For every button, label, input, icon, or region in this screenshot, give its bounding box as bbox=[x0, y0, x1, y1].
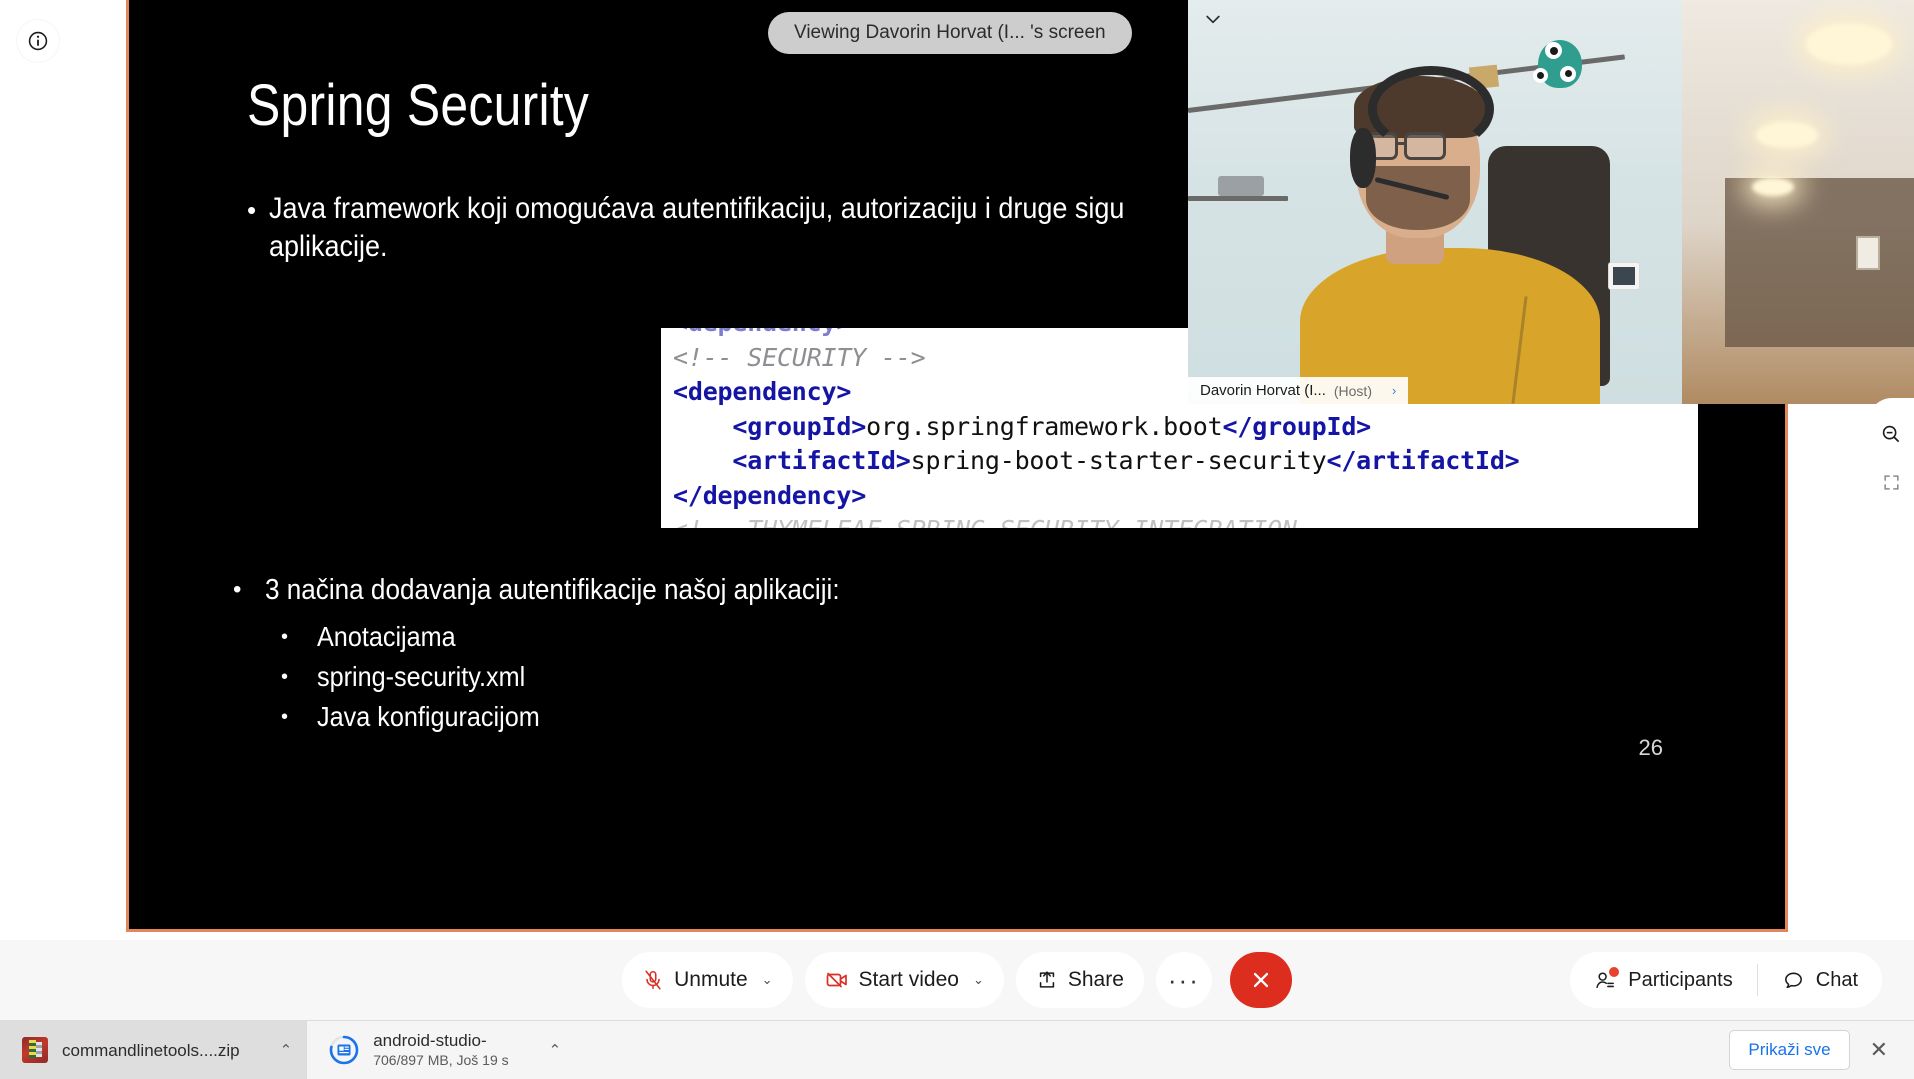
list-item: • Anotacijama bbox=[281, 618, 1433, 656]
view-controls-panel bbox=[1868, 398, 1914, 518]
sub-bullet-text: Anotacijama bbox=[317, 621, 456, 652]
viewing-screen-banner: Viewing Davorin Horvat (I... 's screen bbox=[768, 12, 1132, 54]
headset-band bbox=[1368, 66, 1494, 152]
chevron-up-icon[interactable]: ⌃ bbox=[549, 1041, 562, 1059]
toy-pupil bbox=[1550, 47, 1558, 55]
end-call-button[interactable] bbox=[1229, 952, 1292, 1008]
chevron-down-icon[interactable]: ⌄ bbox=[762, 972, 773, 988]
participants-button[interactable]: Participants bbox=[1570, 962, 1757, 998]
host-video-panel[interactable]: Davorin Horvat (I... (Host) › bbox=[1188, 0, 1914, 404]
bullet-marker: • bbox=[247, 195, 257, 225]
download-texts: commandlinetools....zip bbox=[62, 1040, 240, 1061]
video-name-label: Davorin Horvat (I... (Host) › bbox=[1188, 377, 1409, 404]
ceiling-light bbox=[1806, 24, 1892, 64]
sub-bullet-list: • Anotacijama • spring-security.xml • Ja… bbox=[281, 618, 1433, 736]
download-shelf: commandlinetools....zip ⌃ android-studio… bbox=[0, 1020, 1914, 1079]
meeting-info-button[interactable] bbox=[17, 20, 59, 62]
headset-earcup bbox=[1350, 128, 1376, 188]
expand-arrow-icon[interactable]: › bbox=[1392, 383, 1396, 398]
slide-bullet-group-2: • 3 načina dodavanja autentifikacije naš… bbox=[233, 570, 1433, 738]
collapse-video-button[interactable] bbox=[1200, 6, 1226, 32]
bullet-marker: • bbox=[281, 706, 289, 728]
show-all-downloads-button[interactable]: Prikaži sve bbox=[1729, 1030, 1850, 1070]
background-room-dark bbox=[1725, 177, 1914, 348]
more-options-button[interactable]: ··· bbox=[1155, 952, 1212, 1008]
toolbar-center-group: Unmute ⌄ Start video ⌄ Share ··· bbox=[622, 952, 1292, 1008]
download-filename: android-studio- bbox=[373, 1031, 487, 1050]
unmute-button[interactable]: Unmute ⌄ bbox=[622, 952, 793, 1008]
more-options-icon: ··· bbox=[1167, 964, 1200, 995]
download-shelf-actions: Prikaži sve ✕ bbox=[1729, 1030, 1888, 1070]
wall-picture bbox=[1856, 236, 1880, 270]
code-line: </dependency> bbox=[673, 480, 867, 510]
toy-pupil bbox=[1537, 72, 1544, 79]
chevron-down-icon bbox=[1206, 15, 1220, 24]
download-item-commandlinetools[interactable]: commandlinetools....zip ⌃ bbox=[0, 1020, 307, 1079]
chat-button[interactable]: Chat bbox=[1758, 962, 1882, 998]
notification-badge bbox=[1609, 966, 1620, 977]
chat-label: Chat bbox=[1815, 968, 1858, 991]
bullet-item: • 3 načina dodavanja autentifikacije naš… bbox=[233, 570, 1433, 610]
toy-pupil bbox=[1565, 70, 1572, 77]
bullet-line-1: Java framework koji omogućava autentifik… bbox=[269, 192, 1125, 225]
sub-bullet-text: spring-security.xml bbox=[317, 661, 526, 692]
slide-title: Spring Security bbox=[247, 73, 590, 138]
download-filename: commandlinetools....zip bbox=[62, 1040, 240, 1060]
chevron-up-icon[interactable]: ⌃ bbox=[280, 1041, 293, 1059]
slide-page-number: 26 bbox=[1638, 735, 1663, 760]
participant-name: Davorin Horvat (I... bbox=[1200, 382, 1326, 399]
sub-bullet-text: Java konfiguracijom bbox=[317, 701, 540, 732]
host-badge: (Host) bbox=[1333, 382, 1372, 399]
share-screen-icon bbox=[1039, 971, 1055, 988]
info-icon bbox=[28, 31, 48, 51]
screen-share-viewport: Spring Security • Java framework koji om… bbox=[0, 0, 1914, 940]
ceiling-light bbox=[1752, 178, 1794, 196]
progress-ring-icon bbox=[329, 1035, 359, 1065]
bullet-marker: • bbox=[281, 626, 289, 648]
download-item-android-studio[interactable]: android-studio- 706/897 MB, Još 19 s ⌃ bbox=[307, 1021, 575, 1079]
toolbar-right-group: Participants Chat bbox=[1570, 952, 1882, 1008]
list-item: • spring-security.xml bbox=[281, 658, 1433, 696]
participants-icon-wrap bbox=[1594, 966, 1620, 992]
fullscreen-icon bbox=[1883, 475, 1899, 490]
start-video-label: Start video bbox=[858, 968, 959, 991]
download-texts: android-studio- 706/897 MB, Još 19 s bbox=[373, 1030, 508, 1070]
chat-icon bbox=[1784, 972, 1802, 988]
video-stream bbox=[1188, 0, 1914, 404]
wall-thermostat bbox=[1608, 262, 1640, 290]
bullet-marker: • bbox=[281, 666, 289, 688]
zip-archive-icon bbox=[22, 1037, 48, 1063]
close-icon[interactable]: ✕ bbox=[1870, 1039, 1888, 1061]
code-line: <groupId>org.springframework.boot</group… bbox=[732, 411, 1372, 441]
download-progress-icon bbox=[329, 1035, 359, 1065]
chevron-down-icon[interactable]: ⌄ bbox=[973, 972, 984, 988]
person-beard bbox=[1366, 166, 1470, 230]
zoom-out-icon bbox=[1882, 425, 1900, 442]
microphone-muted-icon bbox=[645, 970, 661, 990]
share-label: Share bbox=[1067, 968, 1124, 991]
download-status: 706/897 MB, Još 19 s bbox=[373, 1052, 509, 1068]
unmute-label: Unmute bbox=[674, 968, 748, 991]
meeting-toolbar: Unmute ⌄ Start video ⌄ Share ··· Partici… bbox=[0, 940, 1914, 1020]
code-line: <artifactId>spring-boot-starter-security… bbox=[732, 446, 1520, 475]
zoom-meeting-window: Spring Security • Java framework koji om… bbox=[0, 0, 1914, 1079]
zoom-out-button[interactable] bbox=[1878, 421, 1904, 447]
end-call-icon bbox=[1253, 972, 1269, 988]
share-button[interactable]: Share bbox=[1015, 952, 1144, 1008]
bullet-text-block: Java framework koji omogućava autentifik… bbox=[269, 190, 1124, 266]
list-item: • Java konfiguracijom bbox=[281, 698, 1433, 736]
bullet-line-2: aplikacije. bbox=[269, 230, 388, 263]
bullet-marker: • bbox=[233, 576, 242, 603]
start-video-button[interactable]: Start video ⌄ bbox=[804, 952, 1004, 1008]
bullet-text: 3 načina dodavanja autentifikacije našoj… bbox=[265, 574, 840, 606]
code-line: <!-- THYMELEAF SPRING SECURITY INTEGRATI… bbox=[673, 513, 1520, 528]
video-off-icon bbox=[826, 972, 847, 988]
shelf-object bbox=[1218, 176, 1264, 196]
ceiling-light bbox=[1756, 122, 1818, 148]
wall-shelf-small bbox=[1188, 196, 1288, 201]
participants-label: Participants bbox=[1628, 968, 1733, 991]
fullscreen-button[interactable] bbox=[1878, 469, 1904, 495]
